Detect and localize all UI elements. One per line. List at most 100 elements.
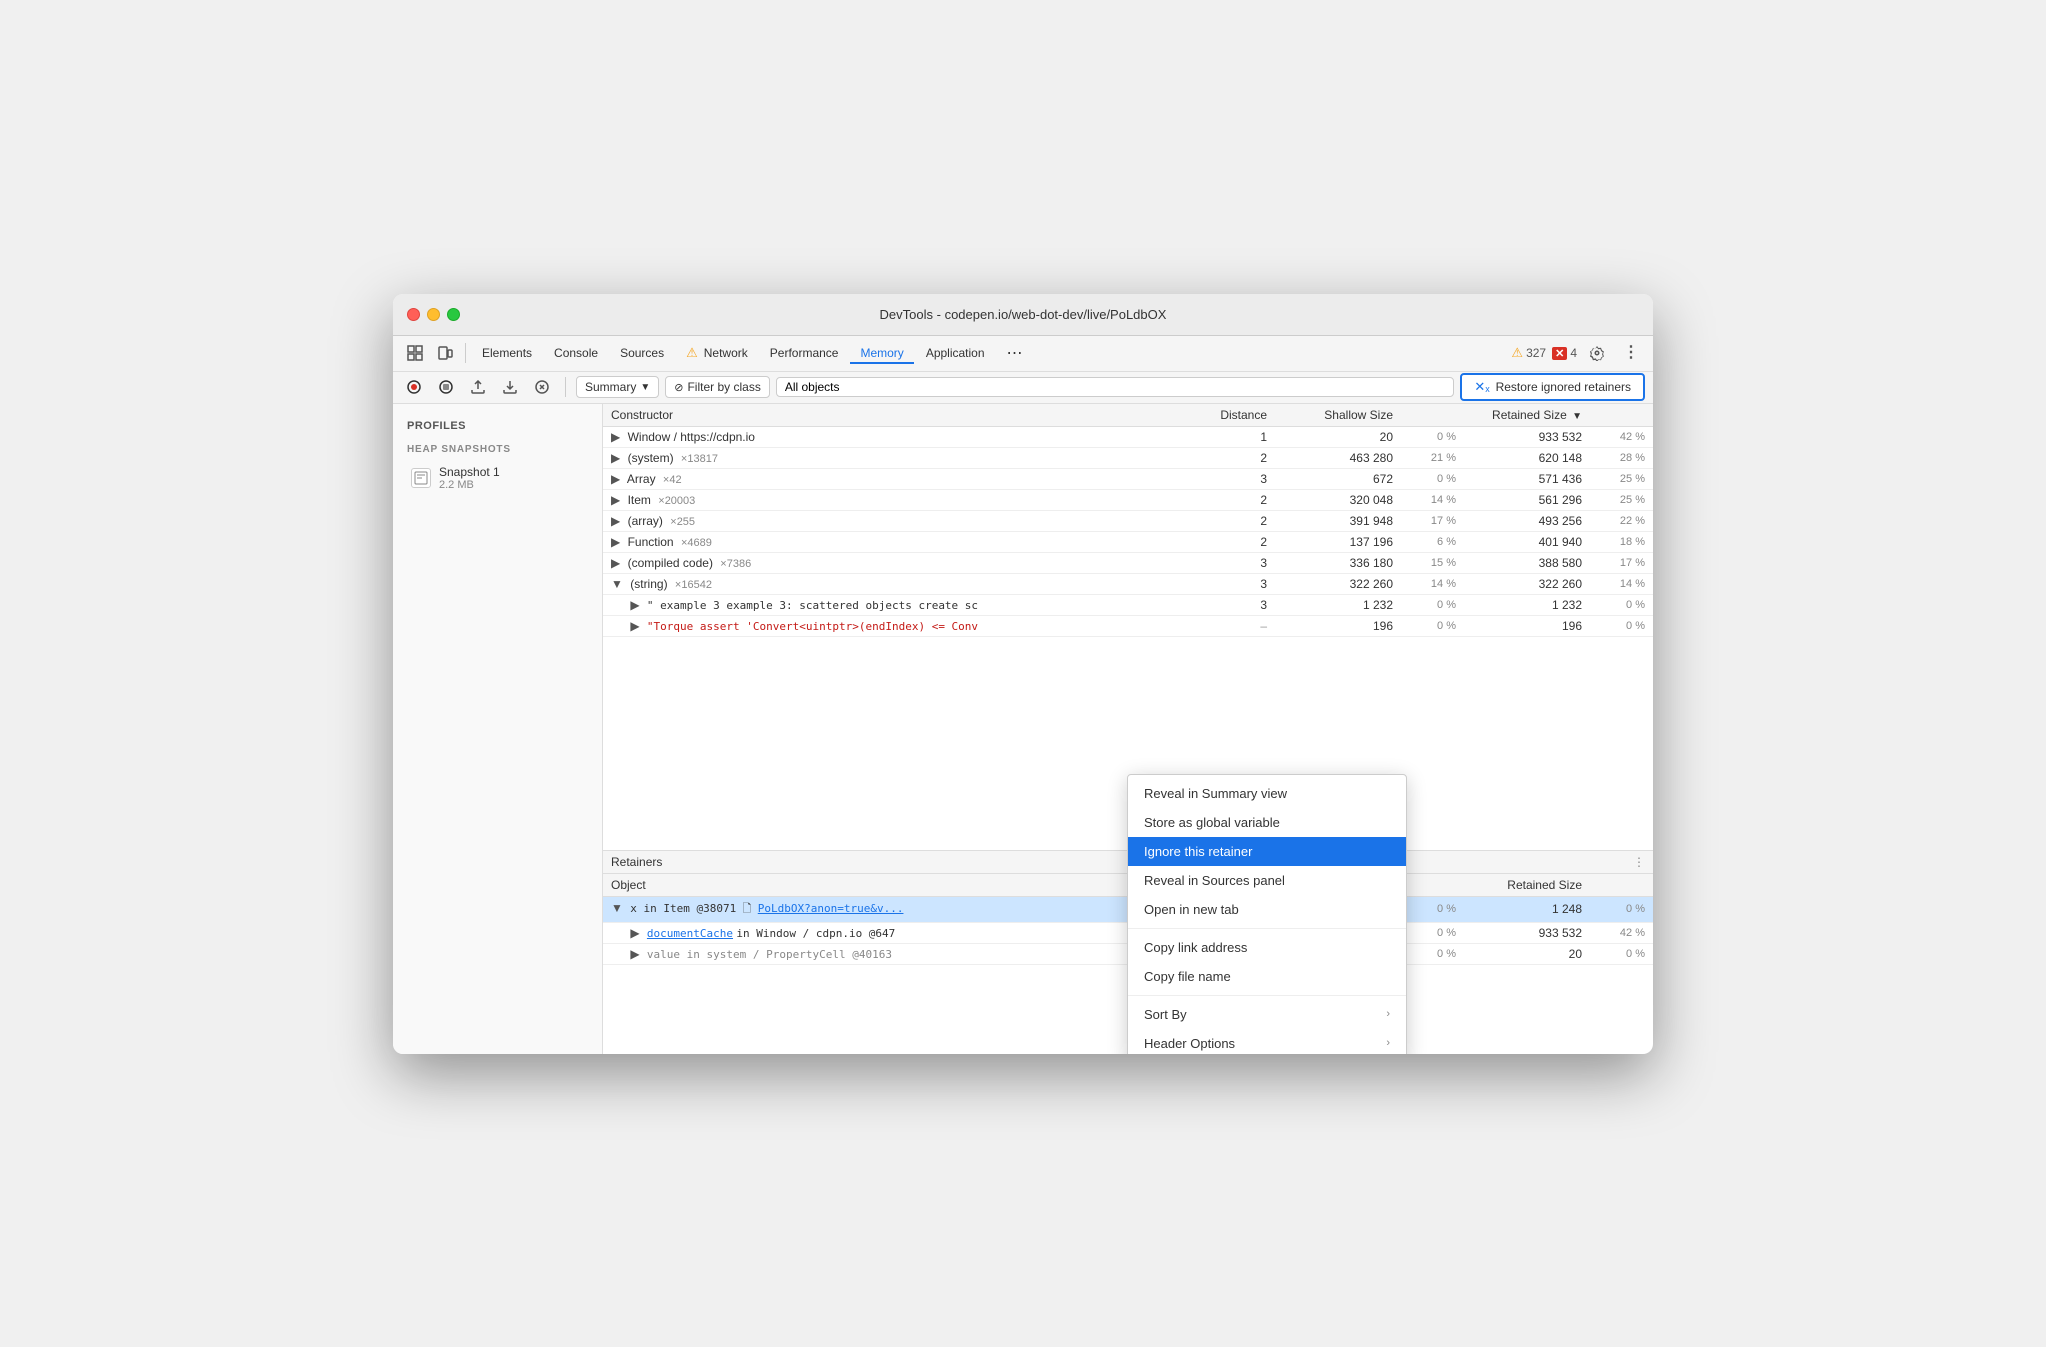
- constructor-cell: ▶ " example 3 example 3: scattered objec…: [603, 594, 1181, 615]
- col-constructor: Constructor: [603, 404, 1181, 427]
- close-button[interactable]: [407, 308, 420, 321]
- row-expand-icon[interactable]: ▶: [630, 619, 639, 633]
- main-content: Profiles HEAP SNAPSHOTS Snapshot 1 2.2 M…: [393, 404, 1653, 1054]
- ctx-store-global[interactable]: Store as global variable: [1128, 808, 1406, 837]
- snapshot-item[interactable]: Snapshot 1 2.2 MB: [397, 459, 598, 497]
- tab-performance[interactable]: Performance: [760, 342, 849, 364]
- ret-col-object: Object: [603, 874, 1128, 897]
- restore-ignored-retainers-button[interactable]: ✕ₓ Restore ignored retainers: [1460, 373, 1645, 401]
- retainer-object-cell: ▶ value in system / PropertyCell @40163: [603, 943, 1128, 964]
- table-row[interactable]: ▶ (compiled code) ×7386 3 336 180 15 % 3…: [603, 552, 1653, 573]
- row-expand-icon[interactable]: ▶: [611, 556, 620, 570]
- summary-dropdown[interactable]: Summary ▼: [576, 376, 659, 398]
- row-expand-icon[interactable]: ▶: [611, 514, 620, 528]
- row-expand-icon[interactable]: ▶: [630, 926, 639, 940]
- row-expand-icon[interactable]: ▶: [611, 535, 620, 549]
- device-icon[interactable]: [431, 339, 459, 367]
- constructor-cell: ▶ (compiled code) ×7386: [603, 552, 1181, 573]
- tab-elements-label[interactable]: Elements: [472, 342, 542, 364]
- settings-icon[interactable]: [1583, 339, 1611, 367]
- toolbar-separator-1: [465, 343, 466, 363]
- table-row[interactable]: ▶ Array ×42 3 672 0 % 571 436 25 %: [603, 468, 1653, 489]
- tab-network[interactable]: ⚠ Network: [676, 341, 758, 365]
- ret-col-retained: Retained Size: [1464, 874, 1590, 897]
- filter-input[interactable]: [776, 377, 1455, 397]
- tab-application[interactable]: Application: [916, 342, 995, 364]
- table-row[interactable]: ▼ (string) ×16542 3 322 260 14 % 322 260…: [603, 573, 1653, 594]
- clear-icon[interactable]: [529, 374, 555, 400]
- constructor-cell: ▶ "Torque assert 'Convert<uintptr>(endIn…: [603, 615, 1181, 636]
- tab-memory[interactable]: Memory: [850, 342, 913, 364]
- window-title: DevTools - codepen.io/web-dot-dev/live/P…: [880, 307, 1167, 322]
- ctx-copy-filename[interactable]: Copy file name: [1128, 962, 1406, 991]
- download-icon[interactable]: [497, 374, 523, 400]
- warnings-badge[interactable]: ⚠ 327: [1511, 345, 1546, 361]
- table-row[interactable]: ▶ (system) ×13817 2 463 280 21 % 620 148…: [603, 447, 1653, 468]
- maximize-button[interactable]: [447, 308, 460, 321]
- file-icon: 🗋: [743, 903, 752, 915]
- sidebar: Profiles HEAP SNAPSHOTS Snapshot 1 2.2 M…: [393, 404, 603, 1054]
- filter-button[interactable]: ⊘ Filter by class: [665, 376, 770, 398]
- col-shallow-size: Shallow Size: [1275, 404, 1401, 427]
- constructor-cell: ▶ Array ×42: [603, 468, 1181, 489]
- retainer-object-cell: ▶ documentCache in Window / cdpn.io @647: [603, 922, 1128, 943]
- ctx-reveal-summary[interactable]: Reveal in Summary view: [1128, 779, 1406, 808]
- ctx-arrow-icon-2: ›: [1386, 1037, 1390, 1049]
- inspect-icon[interactable]: [401, 339, 429, 367]
- row-expand-icon[interactable]: ▶: [630, 947, 639, 961]
- tab-active-indicator: [850, 362, 913, 364]
- row-expand-icon[interactable]: ▶: [611, 451, 620, 465]
- tab-console[interactable]: Console: [544, 342, 608, 364]
- ctx-open-tab[interactable]: Open in new tab: [1128, 895, 1406, 924]
- retainers-scroll-icon: ⋮: [1633, 855, 1645, 869]
- row-expand-icon[interactable]: ▼: [611, 577, 623, 591]
- col-distance: Distance: [1181, 404, 1276, 427]
- table-row[interactable]: ▶ Item ×20003 2 320 048 14 % 561 296 25 …: [603, 489, 1653, 510]
- row-expand-icon[interactable]: ▶: [611, 430, 620, 444]
- sidebar-title: Profiles: [393, 416, 602, 436]
- tab-sources[interactable]: Sources: [610, 342, 674, 364]
- upload-icon[interactable]: [465, 374, 491, 400]
- row-expand-icon[interactable]: ▶: [611, 472, 620, 486]
- ctx-copy-link[interactable]: Copy link address: [1128, 933, 1406, 962]
- ctx-arrow-icon: ›: [1386, 1008, 1390, 1020]
- ctx-separator-1: [1128, 928, 1406, 929]
- stop-icon[interactable]: [433, 374, 459, 400]
- ctx-separator-2: [1128, 995, 1406, 996]
- ctx-ignore-retainer[interactable]: Ignore this retainer: [1128, 837, 1406, 866]
- errors-badge[interactable]: ✕ 4: [1552, 346, 1577, 360]
- row-expand-icon[interactable]: ▶: [611, 493, 620, 507]
- ctx-header-options[interactable]: Header Options ›: [1128, 1029, 1406, 1054]
- col-retained-size: Retained Size ▼: [1464, 404, 1590, 427]
- warning-icon: ⚠: [1511, 345, 1523, 361]
- retainer-object-cell: ▼ x in Item @38071 🗋 PoLdbOX?anon=true&v…: [603, 896, 1128, 922]
- titlebar: DevTools - codepen.io/web-dot-dev/live/P…: [393, 294, 1653, 336]
- row-expand-icon[interactable]: ▶: [630, 598, 639, 612]
- ret-col-retained-pct: [1590, 874, 1653, 897]
- more-tabs-button[interactable]: ⋯: [997, 339, 1033, 367]
- table-header-row: Constructor Distance Shallow Size Retain…: [603, 404, 1653, 427]
- table-row[interactable]: ▶ Window / https://cdpn.io 1 20 0 % 933 …: [603, 426, 1653, 447]
- filter-icon: ⊘: [674, 381, 683, 394]
- row-expand-icon[interactable]: ▼: [611, 901, 623, 915]
- table-row[interactable]: ▶ Function ×4689 2 137 196 6 % 401 940 1…: [603, 531, 1653, 552]
- table-row[interactable]: ▶ " example 3 example 3: scattered objec…: [603, 594, 1653, 615]
- constructor-cell: ▶ Item ×20003: [603, 489, 1181, 510]
- main-toolbar: Elements Console Sources ⚠ Network Perfo…: [393, 336, 1653, 372]
- minimize-button[interactable]: [427, 308, 440, 321]
- ctx-sort-by[interactable]: Sort By ›: [1128, 1000, 1406, 1029]
- more-options-icon[interactable]: ⋮: [1617, 339, 1645, 367]
- constructor-cell: ▶ (system) ×13817: [603, 447, 1181, 468]
- table-row[interactable]: ▶ (array) ×255 2 391 948 17 % 493 256 22…: [603, 510, 1653, 531]
- context-menu: Reveal in Summary view Store as global v…: [1127, 774, 1407, 1054]
- restore-icon: ✕ₓ: [1474, 379, 1489, 395]
- table-row[interactable]: ▶ "Torque assert 'Convert<uintptr>(endIn…: [603, 615, 1653, 636]
- constructor-cell: ▶ (array) ×255: [603, 510, 1181, 531]
- col-shallow-pct: [1401, 404, 1464, 427]
- dropdown-arrow-icon: ▼: [640, 382, 650, 393]
- traffic-lights: [407, 308, 460, 321]
- ret-col-shallow-pct: [1401, 874, 1464, 897]
- tab-elements[interactable]: Elements: [472, 342, 542, 364]
- record-icon[interactable]: [401, 374, 427, 400]
- ctx-reveal-sources[interactable]: Reveal in Sources panel: [1128, 866, 1406, 895]
